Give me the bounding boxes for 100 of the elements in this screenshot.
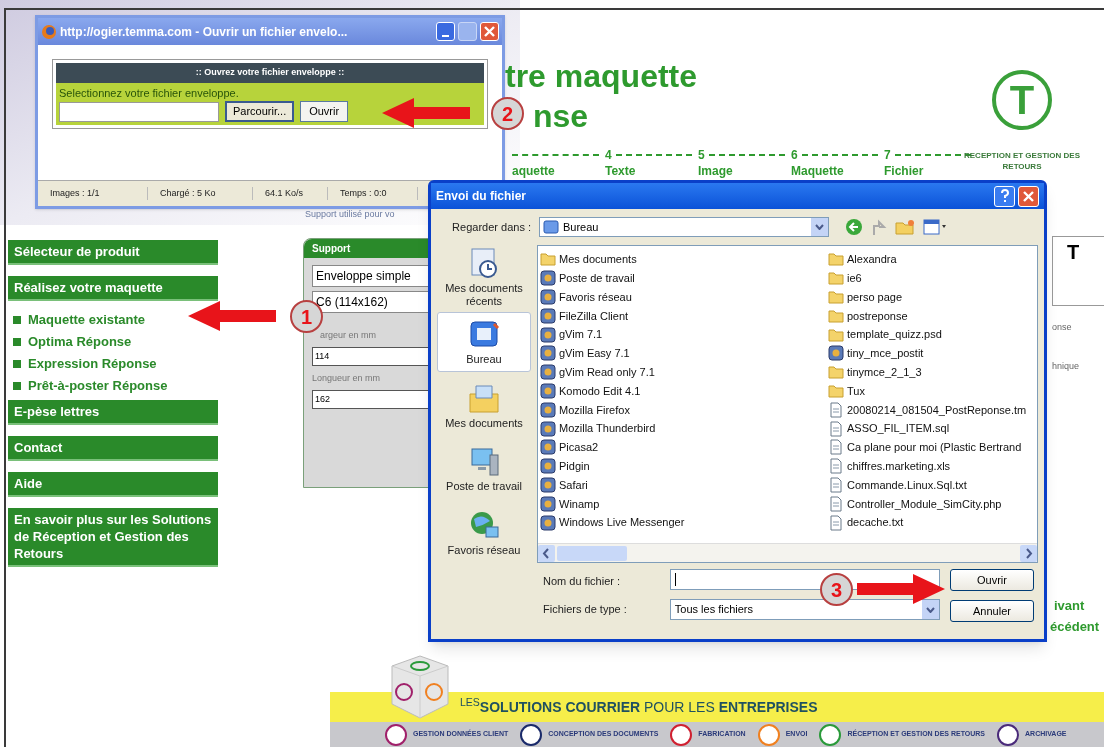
file-name[interactable]: decache.txt <box>847 514 904 531</box>
page-heading: tre maquette <box>505 57 698 96</box>
look-in-dropdown[interactable]: Bureau <box>539 217 829 237</box>
field-label: Regarder dans : <box>451 219 531 235</box>
places-bar-item[interactable]: Favoris réseau <box>437 503 531 563</box>
field-label: Nom du fichier : <box>543 574 622 589</box>
bullet-icon <box>13 382 21 390</box>
nav-bar-item[interactable]: Contact <box>8 436 218 461</box>
nav-bar-item[interactable]: Réalisez votre maquette <box>8 276 218 301</box>
file-name[interactable]: gVim 7.1 <box>559 326 603 343</box>
close-button[interactable] <box>480 22 499 41</box>
description-text: onse <box>1052 321 1072 334</box>
file-path-input[interactable] <box>59 101 219 122</box>
file-name[interactable]: perso page <box>847 288 903 306</box>
step-number: 5 <box>698 147 705 164</box>
scrollbar-thumb[interactable] <box>557 545 627 561</box>
file-icon <box>828 458 844 475</box>
file-name[interactable]: Winamp <box>559 495 600 512</box>
step-number: 6 <box>791 147 798 164</box>
nav-bar-item[interactable]: Aide <box>8 472 218 497</box>
file-name[interactable]: Alexandra <box>847 251 897 268</box>
step-label[interactable]: Maquette <box>791 164 884 178</box>
nav-link[interactable]: Prêt-à-poster Réponse <box>28 378 168 394</box>
product-card[interactable]: T <box>1052 236 1104 306</box>
computer-icon <box>468 445 500 478</box>
open-button[interactable]: Ouvrir <box>300 101 349 122</box>
places-bar-item[interactable]: Mes documents récents <box>437 247 531 308</box>
dialog-title: Envoi du fichier <box>436 188 527 205</box>
desktop-icon <box>468 318 500 350</box>
open-button[interactable]: Ouvrir <box>950 569 1034 591</box>
nav-link[interactable]: Maquette existante <box>28 312 146 328</box>
program-icon <box>540 495 556 512</box>
file-name[interactable]: Picasa2 <box>559 439 599 456</box>
folder-icon <box>828 326 844 343</box>
file-name[interactable]: Mes documents <box>559 251 637 268</box>
file-name[interactable]: gVim Read only 7.1 <box>559 363 655 381</box>
step-number: 4 <box>605 147 612 164</box>
places-bar-item[interactable]: Bureau <box>437 312 531 372</box>
file-name[interactable]: ie6 <box>847 269 862 287</box>
minimize-button[interactable] <box>436 22 455 41</box>
browser-globe-icon <box>41 23 57 40</box>
folder-icon <box>828 307 844 324</box>
file-name[interactable]: Ca plane pour moi (Plastic Bertrand <box>847 439 1022 456</box>
status-text: 64.1 Ko/s <box>253 186 328 201</box>
nav-link[interactable]: Expression Réponse <box>28 356 157 372</box>
close-button[interactable] <box>1018 185 1039 207</box>
step-label[interactable]: Texte <box>605 164 698 178</box>
close-icon <box>484 26 495 37</box>
step-number: 7 <box>884 147 891 164</box>
nav-bar-item[interactable]: E-pèse lettres <box>8 400 218 425</box>
file-name[interactable]: Tux <box>847 382 865 400</box>
form-header: :: Ouvrez votre fichier enveloppe :: <box>56 63 484 83</box>
file-name[interactable]: Commande.Linux.Sql.txt <box>847 476 967 494</box>
up-folder-icon <box>871 218 887 236</box>
file-icon <box>828 401 844 418</box>
file-name[interactable]: Mozilla Firefox <box>559 401 630 418</box>
view-menu-icon <box>923 219 947 235</box>
file-name[interactable]: Komodo Edit 4.1 <box>559 382 641 400</box>
program-icon <box>540 458 556 475</box>
file-name[interactable]: tiny_mce_postit <box>847 345 924 362</box>
program-icon <box>828 345 844 362</box>
nav-bar-item[interactable]: Sélecteur de produit <box>8 240 218 265</box>
file-name[interactable]: gVim Easy 7.1 <box>559 345 630 362</box>
navigation-link[interactable]: ivant <box>1054 597 1085 614</box>
field-label: Longueur en mm <box>312 372 382 385</box>
program-icon <box>540 439 556 456</box>
browse-button[interactable]: Parcourir... <box>225 101 295 122</box>
folder-icon <box>828 289 844 305</box>
file-name[interactable]: Poste de travail <box>559 269 635 287</box>
file-type-dropdown[interactable]: Tous les fichiers <box>669 599 940 620</box>
file-name[interactable]: FileZilla Client <box>559 307 629 325</box>
file-name[interactable]: postreponse <box>847 307 908 325</box>
bullet-icon <box>13 316 21 324</box>
navigation-link[interactable]: écédent <box>1050 618 1100 635</box>
step-label[interactable]: Fichier <box>884 164 977 178</box>
help-button[interactable] <box>994 185 1015 207</box>
step-label[interactable]: Image <box>698 164 791 178</box>
step-label[interactable]: aquette <box>512 164 605 178</box>
file-name[interactable]: Mozilla Thunderbird <box>559 420 656 437</box>
help-icon <box>999 189 1010 203</box>
file-name[interactable]: template_quizz.psd <box>847 326 942 343</box>
cancel-button[interactable]: Annuler <box>950 600 1034 622</box>
folder-icon <box>828 251 844 268</box>
folder-icon <box>828 382 844 399</box>
file-name[interactable]: ASSO_FIL_ITEM.sql <box>847 420 950 437</box>
nav-bar-item[interactable]: En savoir plus sur les Solutions de Réception et Gestion des Retours <box>8 508 218 567</box>
file-name[interactable]: chiffres.marketing.xls <box>847 457 951 475</box>
support-note: Support utilisé pour vo <box>305 208 395 221</box>
nav-link[interactable]: Optima Réponse <box>28 334 132 350</box>
file-name[interactable]: tinymce_2_1_3 <box>847 363 922 381</box>
file-name[interactable]: Windows Live Messenger <box>559 514 685 531</box>
places-bar-item[interactable]: Poste de travail <box>437 439 531 500</box>
form-prompt: Selectionnez votre fichier enveloppe. <box>59 85 240 101</box>
places-bar-item[interactable]: Mes documents <box>437 375 531 436</box>
file-name[interactable]: Controller_Module_SimCity.php <box>847 495 1002 512</box>
file-name[interactable]: 20080214_081504_PostReponse.tm <box>847 401 1027 418</box>
file-name[interactable]: Pidgin <box>559 457 590 475</box>
horizontal-scrollbar[interactable] <box>538 543 1037 562</box>
file-name[interactable]: Safari <box>559 476 588 494</box>
file-name[interactable]: Favoris réseau <box>559 288 632 306</box>
